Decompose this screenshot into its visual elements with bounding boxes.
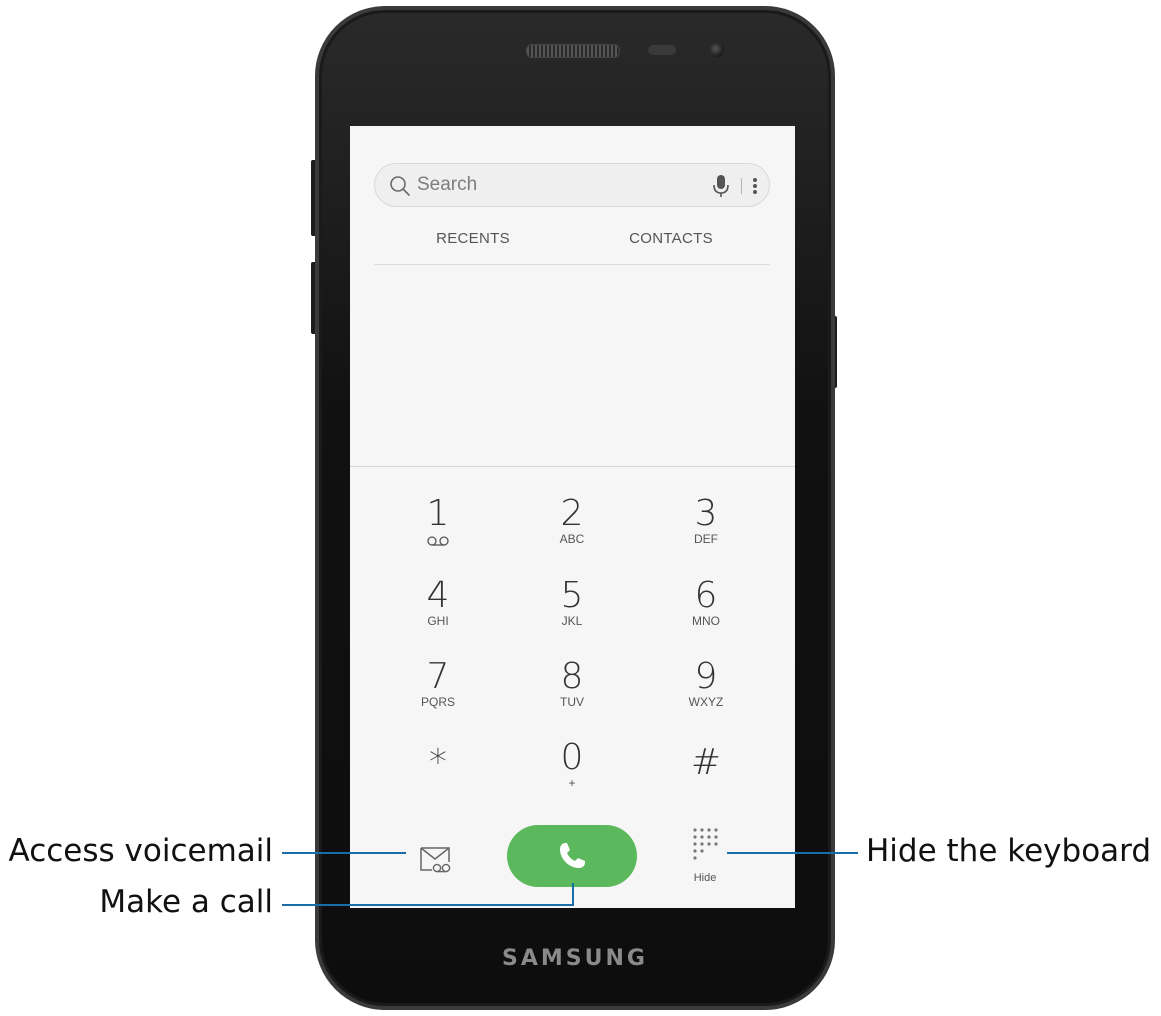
key-digit: 5 — [560, 575, 584, 616]
phone-icon — [560, 843, 585, 868]
phone-screen: Search RECENTS CONTACTS 1 2 ABC 3 DEF 4 … — [350, 126, 795, 908]
voicemail-button[interactable] — [418, 842, 452, 876]
call-button[interactable] — [507, 825, 637, 887]
hide-keypad-button[interactable]: Hide — [675, 826, 735, 890]
proximity-sensor — [648, 45, 676, 55]
key-digit: 8 — [560, 656, 584, 697]
tab-bar: RECENTS CONTACTS — [374, 224, 770, 265]
key-letters: + — [568, 776, 576, 790]
keypad-divider — [350, 466, 795, 467]
key-letters: DEF — [694, 532, 718, 546]
search-divider — [741, 178, 742, 194]
key-hash[interactable]: # — [651, 743, 761, 819]
key-digit: 2 — [560, 493, 584, 534]
key-letters: TUV — [560, 695, 584, 709]
key-5[interactable]: 5 JKL — [517, 576, 627, 652]
key-star[interactable]: * — [383, 743, 493, 819]
stage: SAMSUNG Search RECENTS CONTACTS 1 2 ABC … — [0, 0, 1161, 1016]
key-digit: * — [429, 742, 447, 783]
search-bar[interactable]: Search — [374, 163, 770, 207]
key-7[interactable]: 7 PQRS — [383, 657, 493, 733]
key-digit: 1 — [426, 493, 450, 534]
dialpad-icon — [693, 828, 718, 860]
voicemail-icon — [427, 536, 449, 546]
tab-recents[interactable]: RECENTS — [374, 230, 572, 247]
key-digit: 0 — [560, 737, 584, 778]
key-letters: ABC — [559, 532, 585, 546]
tab-contacts[interactable]: CONTACTS — [572, 230, 770, 247]
callout-hide-keyboard: Hide the keyboard — [866, 833, 1152, 869]
key-8[interactable]: 8 TUV — [517, 657, 627, 733]
key-2[interactable]: 2 ABC — [517, 494, 627, 570]
key-letters: JKL — [561, 614, 583, 628]
key-0[interactable]: 0 + — [517, 738, 627, 814]
callout-make-a-call: Make a call — [99, 884, 273, 920]
key-letters: MNO — [692, 614, 720, 628]
callout-access-voicemail: Access voicemail — [8, 833, 273, 869]
more-options-icon[interactable] — [743, 173, 767, 199]
brand-logo: SAMSUNG — [502, 946, 648, 971]
key-1[interactable]: 1 — [383, 494, 493, 570]
key-digit: 9 — [694, 656, 718, 697]
key-4[interactable]: 4 GHI — [383, 576, 493, 652]
key-digit: 3 — [694, 493, 718, 534]
search-icon — [390, 176, 410, 196]
microphone-icon[interactable] — [711, 173, 731, 199]
key-3[interactable]: 3 DEF — [651, 494, 761, 570]
search-input[interactable]: Search — [417, 174, 477, 196]
front-camera — [710, 43, 724, 57]
key-digit: 4 — [426, 575, 450, 616]
key-digit: # — [690, 742, 722, 783]
key-letters: PQRS — [420, 695, 455, 709]
key-digit: 7 — [426, 656, 450, 697]
key-letters: WXYZ — [688, 695, 724, 709]
key-6[interactable]: 6 MNO — [651, 576, 761, 652]
earpiece-speaker — [526, 44, 620, 58]
key-9[interactable]: 9 WXYZ — [651, 657, 761, 733]
key-letters: GHI — [427, 614, 449, 628]
key-digit: 6 — [694, 575, 718, 616]
hide-label: Hide — [693, 872, 717, 884]
